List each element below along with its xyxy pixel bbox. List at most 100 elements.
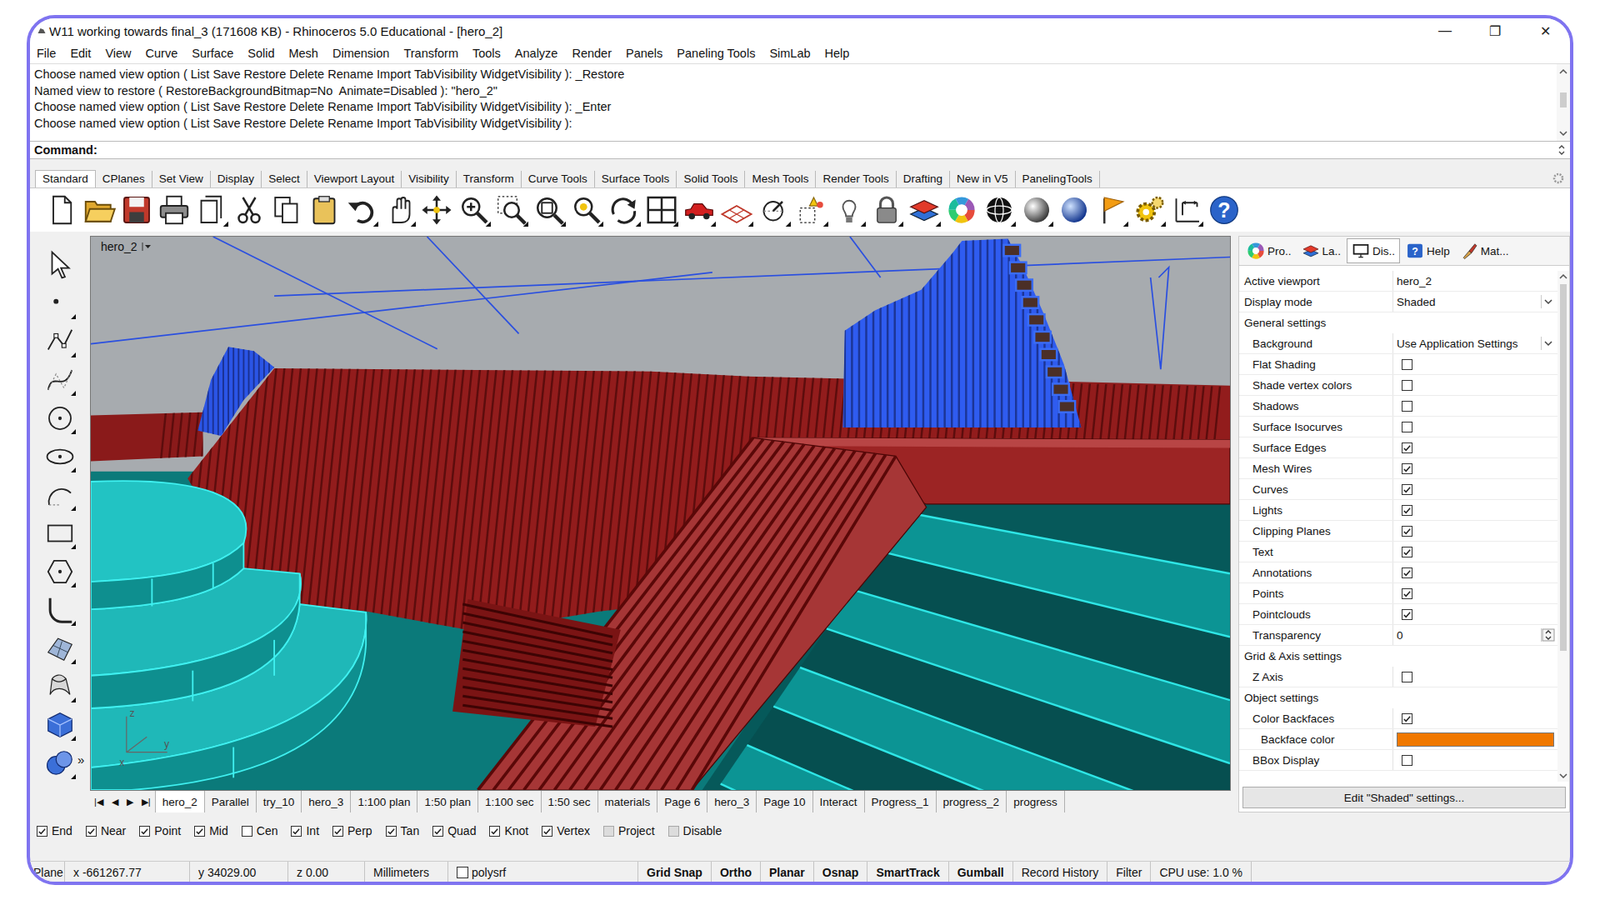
box-icon[interactable]	[44, 709, 76, 741]
checkbox[interactable]	[1401, 463, 1413, 475]
help-icon[interactable]: ?	[1207, 193, 1241, 227]
checkbox[interactable]	[139, 825, 150, 837]
arc-icon[interactable]	[44, 479, 76, 511]
scroll-up-icon[interactable]	[1557, 67, 1570, 76]
scroll-up-icon[interactable]	[1557, 272, 1570, 281]
gear-icon[interactable]	[1132, 193, 1166, 227]
pan-icon[interactable]	[382, 193, 416, 227]
tab-nav-button[interactable]: ▶	[122, 790, 138, 813]
move-icon[interactable]	[420, 193, 454, 227]
toolbar-tab[interactable]: Mesh Tools	[745, 170, 816, 188]
menu-item[interactable]: Help	[818, 46, 858, 60]
osnap-option[interactable]: Quad	[427, 824, 476, 838]
status-toggle[interactable]: SmartTrack	[867, 861, 949, 884]
dropdown-icon[interactable]	[141, 241, 152, 252]
toolbar-tab[interactable]: Render Tools	[815, 170, 896, 188]
checkbox[interactable]	[241, 825, 253, 837]
checkbox[interactable]	[1401, 713, 1413, 725]
panel-scrollbar[interactable]	[1557, 270, 1570, 782]
curve-icon[interactable]	[44, 364, 76, 396]
osnap-option[interactable]: Cen	[236, 824, 279, 838]
status-toggle[interactable]: Osnap	[814, 861, 869, 884]
viewport-tab[interactable]: progress_2	[936, 790, 1008, 813]
number-field[interactable]: 0	[1396, 625, 1558, 645]
units[interactable]: Millimeters	[365, 861, 449, 884]
pointer-icon[interactable]	[44, 249, 76, 281]
viewport-tab[interactable]: try_10	[256, 790, 303, 813]
toolbar-tab[interactable]: Select	[261, 170, 308, 188]
wire-icon[interactable]	[982, 193, 1016, 227]
menu-item[interactable]: Tools	[465, 46, 509, 60]
command-spinner-icon[interactable]	[1556, 142, 1567, 158]
polyline-icon[interactable]	[44, 325, 76, 358]
viewport-tab[interactable]: Page 10	[756, 790, 813, 813]
surface-icon[interactable]	[44, 632, 76, 665]
status-toggle[interactable]: Gumball	[949, 861, 1014, 884]
print-icon[interactable]	[157, 193, 191, 227]
checkbox[interactable]	[1401, 421, 1413, 433]
menu-item[interactable]: Transform	[396, 46, 466, 60]
viewport-tab[interactable]: 1:50 plan	[417, 790, 479, 813]
viewport-tab[interactable]: 1:50 sec	[541, 790, 599, 813]
checkbox[interactable]	[489, 825, 500, 837]
viewport-tab[interactable]: hero_3	[301, 790, 351, 813]
status-toggle[interactable]: Grid Snap	[638, 861, 712, 884]
color-swatch[interactable]	[1396, 732, 1555, 747]
circle-icon[interactable]	[44, 402, 76, 435]
toolbar-tab[interactable]: Set View	[152, 170, 211, 188]
checkbox[interactable]	[290, 825, 302, 837]
open-icon[interactable]	[82, 193, 116, 227]
rect-icon[interactable]	[44, 517, 76, 550]
osnap-option[interactable]: Mid	[189, 824, 229, 838]
checkbox[interactable]	[1401, 359, 1413, 370]
paste-icon[interactable]	[307, 193, 341, 227]
menu-item[interactable]: Curve	[139, 46, 186, 60]
panel-tab[interactable]: Pro..	[1242, 239, 1296, 263]
checkbox[interactable]	[541, 825, 553, 837]
bulb-icon[interactable]	[832, 193, 866, 227]
menu-item[interactable]: Edit	[63, 46, 99, 60]
lock-icon[interactable]	[870, 193, 904, 227]
osnap-option[interactable]: Perp	[327, 824, 373, 838]
checkbox[interactable]	[1401, 567, 1413, 579]
menu-item[interactable]: Mesh	[281, 46, 325, 60]
osnap-option[interactable]: Knot	[484, 824, 529, 838]
copy-icon[interactable]	[270, 193, 304, 227]
edit-settings-button[interactable]: Edit "Shaded" settings...	[1242, 786, 1566, 809]
current-layer[interactable]: polysrf	[448, 861, 639, 884]
tab-nav-button[interactable]: ▶|	[137, 790, 155, 813]
status-toggle[interactable]: Planar	[760, 861, 815, 884]
panel-tab[interactable]: Mat...	[1455, 239, 1514, 263]
viewport-tab[interactable]: 1:100 plan	[350, 790, 418, 813]
toolbar-tab[interactable]: Drafting	[896, 170, 950, 188]
osnap-option[interactable]: Project	[598, 824, 655, 838]
tab-nav-button[interactable]: |◀	[90, 790, 108, 813]
model-scene[interactable]: xyz	[90, 236, 1230, 790]
zoomsel-icon[interactable]	[570, 193, 604, 227]
status-toggle[interactable]: Record History	[1013, 861, 1109, 884]
toolbar-tab[interactable]: Transform	[456, 170, 522, 188]
menu-item[interactable]: Paneling Tools	[670, 46, 763, 60]
flag-icon[interactable]	[1095, 193, 1129, 227]
checkbox[interactable]	[603, 825, 615, 837]
wheel-icon[interactable]	[945, 193, 979, 227]
cut-icon[interactable]	[232, 193, 266, 227]
page-icon[interactable]	[195, 193, 229, 227]
fillet-icon[interactable]	[44, 594, 76, 626]
dims-icon[interactable]	[1170, 193, 1204, 227]
gear-icon[interactable]	[1551, 171, 1565, 185]
toolbar-tab[interactable]: Display	[210, 170, 262, 188]
menu-item[interactable]: Analyze	[508, 46, 566, 60]
panel-tab[interactable]: ? Help	[1401, 239, 1455, 263]
checkbox[interactable]	[1401, 442, 1413, 454]
menu-item[interactable]: Render	[565, 46, 620, 60]
layers-icon[interactable]	[907, 193, 941, 227]
checkbox[interactable]	[194, 825, 205, 837]
osnap-option[interactable]: Vertex	[536, 824, 590, 838]
polygon-icon[interactable]	[44, 555, 76, 588]
viewport-tab[interactable]: hero_3	[707, 790, 757, 813]
command-line[interactable]: Command:	[30, 140, 1570, 160]
osnap-option[interactable]: Tan	[380, 824, 420, 838]
menu-item[interactable]: Dimension	[325, 46, 398, 60]
menu-item[interactable]: Surface	[185, 46, 241, 60]
